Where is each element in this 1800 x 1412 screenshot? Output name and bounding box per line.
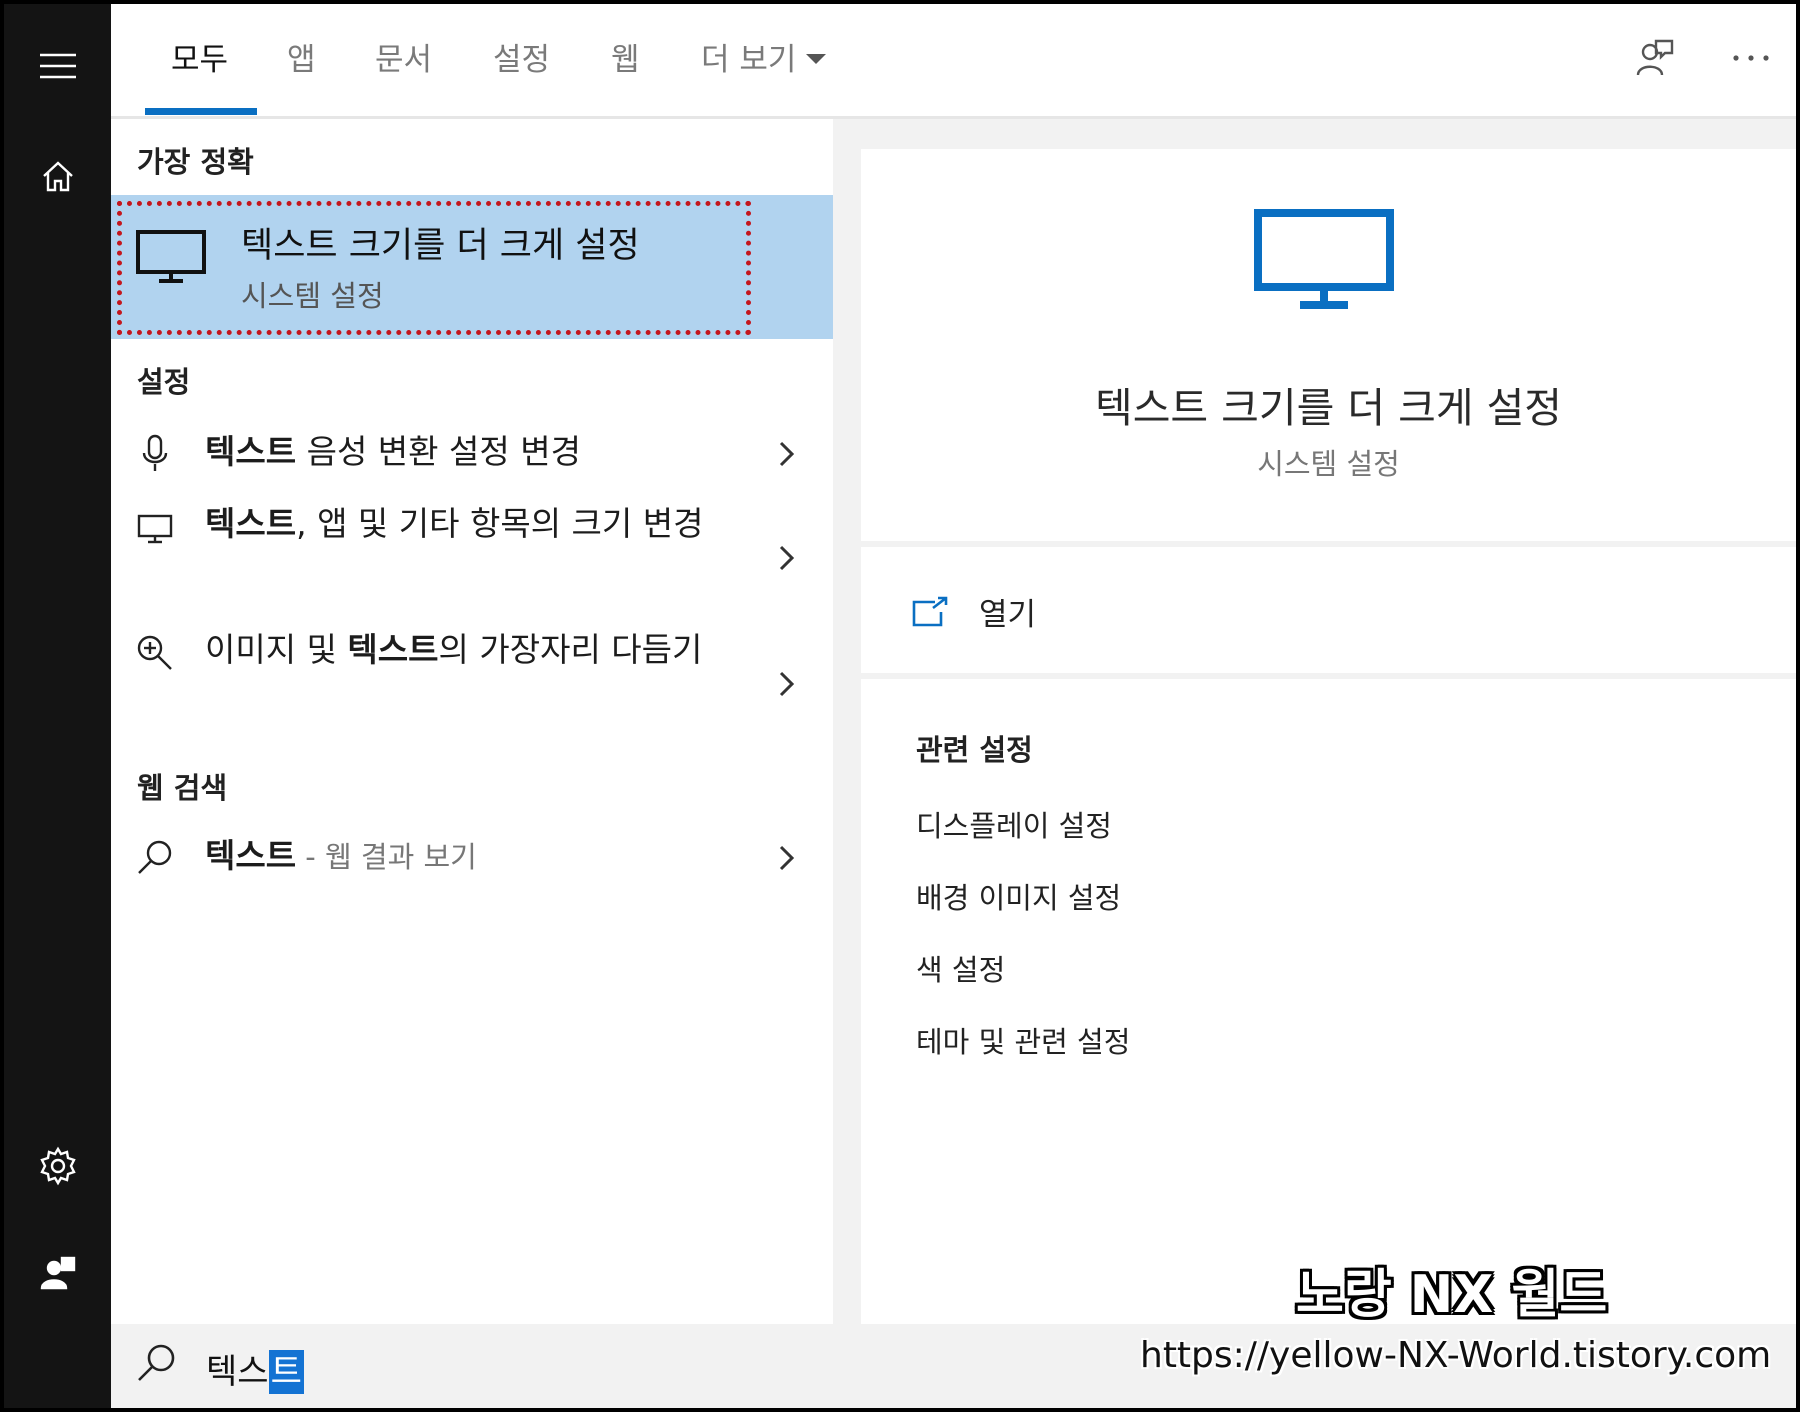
web-search-label: 텍스트 - 웹 결과 보기 [205,836,477,875]
chevron-right-icon[interactable] [771,439,801,469]
tab-settings[interactable]: 설정 [493,34,550,79]
tab-more-label: 더 보기 [701,42,797,78]
search-window: 모두 앱 문서 설정 웹 더 보기 가장 정확 텍스트 크기를 더 크게 설정 … [4,4,1796,1408]
results-list: 가장 정확 텍스트 크기를 더 크게 설정 시스템 설정 설정 텍스트 음성 변… [111,119,833,1324]
hamburger-icon [39,53,76,79]
chevron-right-icon[interactable] [771,843,801,873]
settings-item-label: 텍스트, 앱 및 기타 항목의 크기 변경 [205,504,704,543]
ellipsis-icon [1733,55,1769,61]
web-search-item[interactable]: 텍스트 - 웹 결과 보기 [111,823,833,893]
feedback-icon [1636,39,1674,76]
tab-documents[interactable]: 문서 [375,34,432,79]
best-match-title: 텍스트 크기를 더 크게 설정 [241,226,640,266]
watermark-title: 노랑 NX 월드 [1296,1265,1608,1325]
user-icon [40,1256,75,1290]
divider [861,673,1796,679]
open-external-icon [912,596,948,626]
settings-item-display-scale[interactable]: 텍스트, 앱 및 기타 항목의 크기 변경 [111,501,833,611]
settings-item-label: 텍스트 음성 변환 설정 변경 [205,432,581,471]
related-link-background[interactable]: 배경 이미지 설정 [916,875,1121,917]
settings-item-label: 이미지 및 텍스트의 가장자리 다듬기 [205,630,703,669]
tab-all[interactable]: 모두 [171,34,228,79]
account-button[interactable] [4,1232,111,1312]
feedback-button[interactable] [1631,34,1679,82]
related-link-theme[interactable]: 테마 및 관련 설정 [916,1019,1130,1061]
open-action[interactable]: 열기 [911,589,1036,634]
gear-icon [39,1146,76,1186]
search-icon [133,835,177,879]
related-link-color[interactable]: 색 설정 [916,947,1005,989]
settings-item-text-smoothing[interactable]: 이미지 및 텍스트의 가장자리 다듬기 [111,627,833,737]
monitor-icon [133,507,177,551]
settings-heading: 설정 [137,365,191,399]
best-match-subtitle: 시스템 설정 [241,279,384,313]
monitor-icon [136,230,206,283]
tab-web[interactable]: 웹 [611,34,640,79]
best-match-heading: 가장 정확 [137,145,254,179]
magnifier-plus-icon [133,631,177,675]
chevron-right-icon[interactable] [771,669,801,699]
related-settings-heading: 관련 설정 [916,733,1033,767]
home-button[interactable] [4,136,111,216]
left-rail [4,4,111,1408]
home-icon [42,161,73,192]
selected-text: 트 [268,1350,304,1394]
chevron-right-icon[interactable] [771,543,801,573]
web-search-heading: 웹 검색 [137,771,228,805]
open-label: 열기 [979,597,1037,633]
related-link-display[interactable]: 디스플레이 설정 [916,803,1112,845]
tab-apps[interactable]: 앱 [287,34,316,79]
search-icon [138,1344,175,1381]
preview-title: 텍스트 크기를 더 크게 설정 [1094,384,1563,432]
settings-button[interactable] [4,1126,111,1206]
preview-subtitle: 시스템 설정 [1257,447,1400,481]
active-tab-indicator [145,108,257,115]
more-options-button[interactable] [1727,34,1775,82]
divider [861,541,1796,547]
best-match-item[interactable]: 텍스트 크기를 더 크게 설정 시스템 설정 [111,195,833,339]
search-input[interactable]: 텍스트 [206,1344,304,1394]
watermark-url: https://yellow-NX-World.tistory.com [1140,1335,1772,1376]
menu-button[interactable] [4,26,111,106]
tab-bar: 모두 앱 문서 설정 웹 더 보기 [111,4,1796,119]
chevron-down-icon [806,53,827,64]
monitor-icon [1254,209,1394,309]
tab-more[interactable]: 더 보기 [701,34,827,79]
microphone-icon [133,431,177,475]
preview-pane: 텍스트 크기를 더 크게 설정 시스템 설정 열기 관련 설정 디스플레이 설정… [861,149,1796,1324]
settings-item-speech[interactable]: 텍스트 음성 변환 설정 변경 [111,419,833,489]
